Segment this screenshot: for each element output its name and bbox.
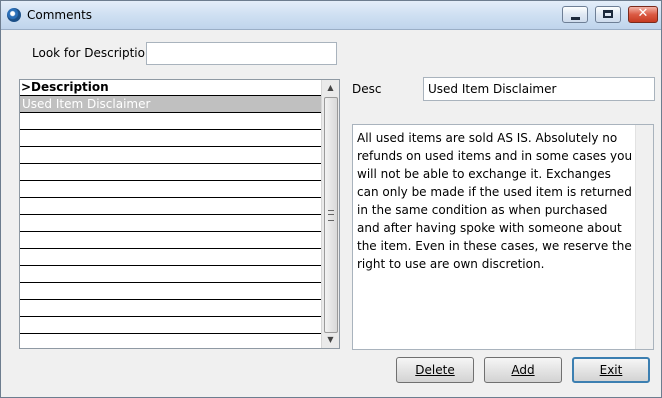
exit-button[interactable]: Exit [572,357,650,383]
table-row[interactable] [20,198,321,215]
desc-label: Desc [352,82,382,96]
table-row[interactable] [20,181,321,198]
close-icon: ✕ [637,6,649,21]
table-row[interactable] [20,130,321,147]
memo-text[interactable]: All used items are sold AS IS. Absolutel… [357,129,633,273]
table-row[interactable] [20,300,321,317]
title-bar[interactable]: Comments ✕ [1,1,661,30]
desc-input[interactable] [424,78,654,100]
scroll-up-arrow-icon[interactable]: ▲ [322,80,339,96]
table-row[interactable] [20,249,321,266]
maximize-button[interactable] [595,6,621,23]
search-field[interactable] [146,42,337,65]
scroll-down-arrow-icon[interactable]: ▼ [322,332,339,348]
minimize-button[interactable] [562,6,588,23]
maximize-icon [603,10,613,18]
table-row[interactable] [20,283,321,300]
comments-window: Comments ✕ Look for Description >Descrip… [0,0,662,398]
table-row[interactable] [20,113,321,130]
table-row[interactable]: Used Item Disclaimer [20,96,321,113]
add-button[interactable]: Add [484,357,562,383]
table-row[interactable] [20,266,321,283]
close-button[interactable]: ✕ [628,6,658,23]
table-row[interactable] [20,147,321,164]
memo-scrollbar[interactable] [635,125,653,349]
table-row[interactable] [20,317,321,334]
scroll-thumb[interactable] [324,97,338,333]
table-row[interactable] [20,334,321,348]
grid-scrollbar[interactable]: ▲ ▼ [321,80,339,348]
search-input[interactable] [147,43,336,64]
window-title: Comments [27,8,93,22]
grip-icon [328,210,334,221]
app-icon [7,8,21,22]
description-memo[interactable]: All used items are sold AS IS. Absolutel… [352,124,654,350]
desc-field[interactable] [423,77,655,101]
grid-rows: Used Item Disclaimer [20,96,321,348]
grid-header-description[interactable]: >Description [20,80,321,96]
description-grid[interactable]: >Description Used Item Disclaimer ▲ ▼ [19,79,340,349]
delete-button[interactable]: Delete [396,357,474,383]
table-row[interactable] [20,215,321,232]
search-label: Look for Description [32,46,153,60]
table-row[interactable] [20,164,321,181]
minimize-icon [571,17,580,20]
table-row[interactable] [20,232,321,249]
